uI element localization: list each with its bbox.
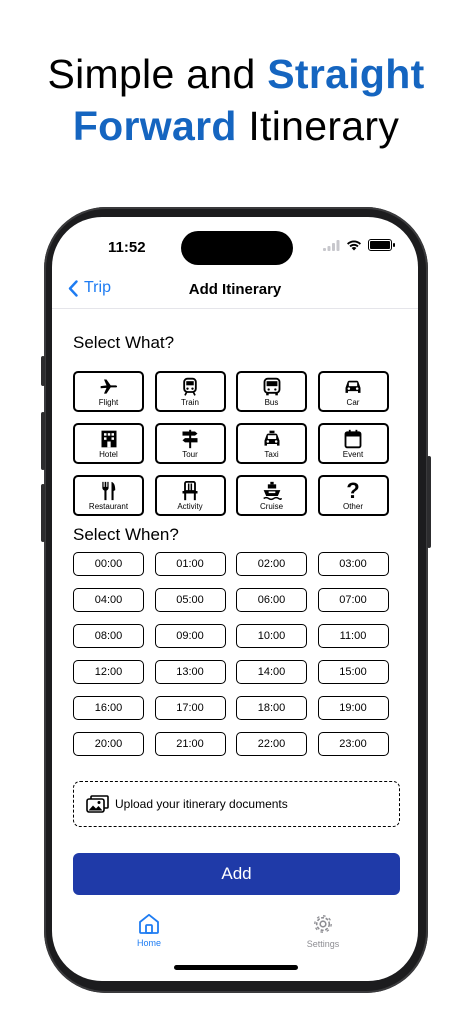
side-button [41,484,45,542]
upload-documents-button[interactable]: Upload your itinerary documents [73,781,400,827]
tab-home[interactable]: Home [119,913,179,948]
select-when-title: Select When? [73,525,179,544]
train-icon [183,377,197,396]
time-button[interactable]: 06:00 [236,588,307,612]
time-button[interactable]: 02:00 [236,552,307,576]
category-label: Car [346,397,360,407]
battery-icon [368,239,395,251]
category-label: Tour [182,449,198,459]
time-button[interactable]: 14:00 [236,660,307,684]
time-button[interactable]: 05:00 [154,588,226,612]
calendar-icon [344,429,362,448]
category-flight-button[interactable]: Flight [73,371,144,412]
category-event-button[interactable]: Event [317,423,389,464]
time-grid: 00:00 01:00 02:00 03:00 04:00 05:00 06:0… [73,552,389,756]
status-icons [323,239,395,251]
time-button[interactable]: 21:00 [154,732,226,756]
category-activity-button[interactable]: Activity [154,475,226,516]
time-button[interactable]: 11:00 [317,624,389,648]
photo-stack-icon [86,795,109,813]
category-taxi-button[interactable]: Taxi [236,423,307,464]
time-button[interactable]: 13:00 [154,660,226,684]
category-label: Flight [98,397,119,407]
tab-settings[interactable]: Settings [293,913,353,949]
wifi-icon [347,240,361,251]
add-button[interactable]: Add [73,853,400,895]
headline-text-2: Straight [267,51,425,97]
category-label: Bus [264,397,279,407]
side-button [427,456,431,548]
tab-home-label: Home [136,938,161,948]
tab-settings-label: Settings [306,939,340,949]
time-button[interactable]: 15:00 [317,660,389,684]
tab-bar: Home Settings [52,905,418,965]
category-label: Cruise [259,501,284,511]
dynamic-island [181,231,293,265]
time-button[interactable]: 03:00 [317,552,389,576]
time-button[interactable]: 16:00 [73,696,144,720]
time-button[interactable]: 12:00 [73,660,144,684]
hotel-icon [101,430,116,447]
category-train-button[interactable]: Train [154,371,226,412]
time-button[interactable]: 10:00 [236,624,307,648]
headline-text-3: Forward [72,103,237,149]
house-icon [139,913,159,934]
home-indicator [174,965,298,970]
time-button[interactable]: 01:00 [154,552,226,576]
chair-icon [182,480,198,500]
category-label: Train [181,397,199,407]
status-bar: 11:52 [52,217,418,277]
signal-icon [323,239,340,251]
signpost-icon [182,429,198,448]
time-button[interactable]: 20:00 [73,732,144,756]
taxi-icon [264,430,279,446]
ship-icon [262,481,282,500]
time-button[interactable]: 08:00 [73,624,144,648]
category-hotel-button[interactable]: Hotel [73,423,144,464]
gear-icon [314,915,332,933]
category-car-button[interactable]: Car [317,371,389,412]
airplane-icon [100,379,117,394]
category-other-button[interactable]: ? Other [317,475,389,516]
status-time: 11:52 [108,239,146,256]
category-label: Other [342,501,363,511]
page-title: Add Itinerary [188,281,282,298]
time-button[interactable]: 18:00 [236,696,307,720]
fork-knife-icon [101,481,115,500]
time-button[interactable]: 07:00 [317,588,389,612]
navigation-bar: Trip Add Itinerary [52,275,418,309]
category-label: Restaurant [88,501,129,511]
category-label: Activity [177,501,203,511]
category-label: Hotel [99,449,118,459]
time-button[interactable]: 09:00 [154,624,226,648]
category-label: Taxi [264,449,279,459]
question-mark-icon: ? [346,477,360,503]
time-button[interactable]: 23:00 [317,732,389,756]
time-button[interactable]: 19:00 [317,696,389,720]
category-restaurant-button[interactable]: Restaurant [73,475,144,516]
category-label: Event [342,449,364,459]
category-tour-button[interactable]: Tour [154,423,226,464]
category-grid: Flight Train Bus Car Hotel Tour Taxi Eve… [73,371,389,516]
time-button[interactable]: 22:00 [236,732,307,756]
headline-text-1: Simple and [47,51,268,97]
car-icon [345,380,361,393]
side-button [41,356,45,386]
side-button [41,412,45,470]
upload-label: Upload your itinerary documents [115,797,288,811]
category-bus-button[interactable]: Bus [236,371,307,412]
select-what-title: Select What? [73,333,175,352]
time-button[interactable]: 04:00 [73,588,144,612]
headline-text-4: Itinerary [236,103,400,149]
phone-screen: 11:52 Trip Add Itinerary Select What? Fl… [52,217,418,981]
bus-icon [263,377,280,395]
marketing-headline: Simple and Straight Forward Itinerary [0,48,472,152]
category-cruise-button[interactable]: Cruise [236,475,307,516]
time-button[interactable]: 17:00 [154,696,226,720]
time-button[interactable]: 00:00 [73,552,144,576]
